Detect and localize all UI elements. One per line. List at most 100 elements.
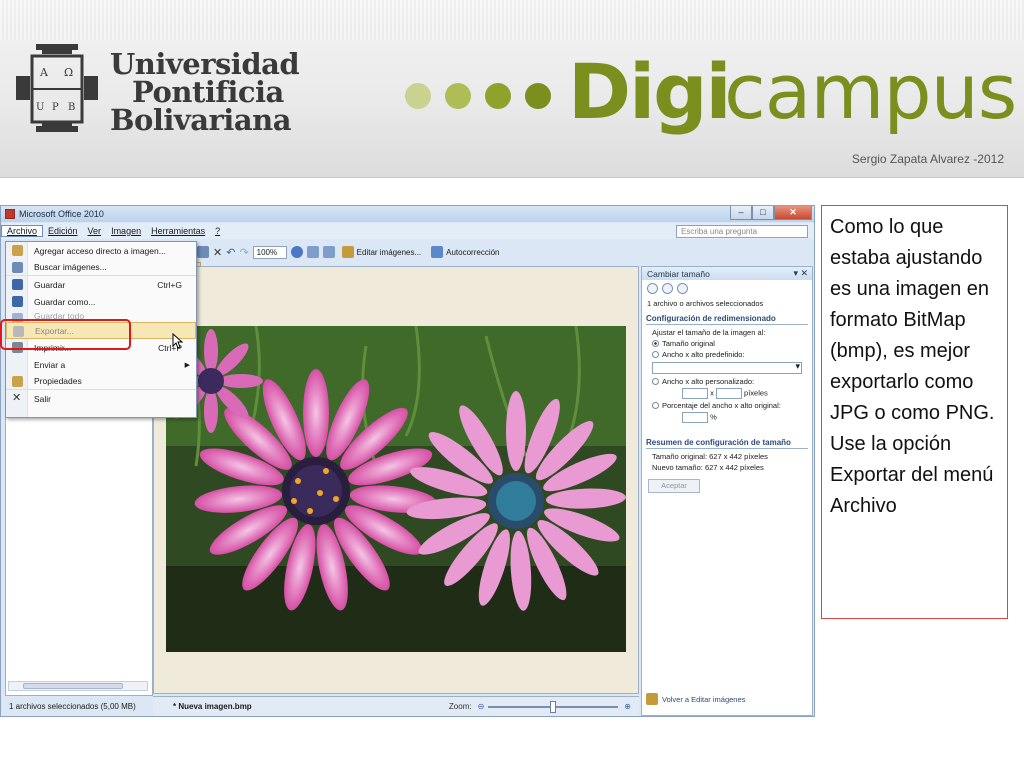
menu-item-label: Agregar acceso directo a imagen... (34, 245, 166, 256)
autocorrect-label: Autocorrección (446, 247, 500, 257)
menu-item-save[interactable]: Guardar Ctrl+G (6, 276, 196, 293)
menu-herramientas[interactable]: Herramientas (146, 226, 210, 236)
radio-original[interactable] (652, 340, 659, 347)
crest-letter-b: B (68, 102, 75, 113)
option-percent[interactable]: Porcentaje del ancho x alto original: (642, 400, 812, 411)
menu-item-label: Enviar a (34, 359, 66, 370)
radio-percent[interactable] (652, 402, 659, 409)
radio-predefined[interactable] (652, 351, 659, 358)
delete-icon[interactable]: ✕ (213, 246, 222, 259)
predefined-size-select[interactable] (652, 361, 802, 374)
option-original[interactable]: Tamaño original (642, 338, 812, 349)
crop-icon[interactable] (197, 246, 209, 258)
maximize-button[interactable]: □ (752, 206, 774, 220)
export-highlight-box (0, 319, 131, 350)
width-spinner[interactable] (682, 388, 708, 399)
menu-item-label: Salir (34, 393, 52, 404)
edit-images-button[interactable]: Editar imágenes... (339, 246, 424, 258)
autocorrect-icon (431, 246, 444, 258)
back-icon[interactable] (647, 283, 658, 294)
size-summary-heading: Resumen de configuración de tamaño (646, 438, 808, 449)
menu-archivo[interactable]: Archivo (1, 225, 44, 237)
percent-spinner[interactable] (682, 412, 708, 423)
selection-status: 1 archivos seleccionados (5,00 MB) (9, 702, 136, 711)
menu-edicion[interactable]: Edición (43, 226, 83, 236)
zoom-slider-thumb[interactable] (550, 700, 557, 713)
menu-item-send-to[interactable]: Enviar a ▶ (6, 356, 196, 373)
app-icon (5, 209, 15, 219)
minimize-button[interactable]: – (730, 206, 752, 220)
close-pane-icon[interactable]: ▾ ✕ (793, 268, 808, 279)
original-size-value: 627 x 442 píxeles (709, 452, 768, 461)
forward-icon[interactable] (662, 283, 673, 294)
submenu-arrow-icon: ▶ (184, 361, 190, 369)
edit-images-icon (341, 246, 354, 258)
zoom-select[interactable]: 100% (252, 245, 287, 259)
title-bar: Microsoft Office 2010 – □ ✕ (1, 206, 814, 222)
task-pane-header: Cambiar tamaño ▾ ✕ (642, 267, 812, 280)
crest-letter-p: P (52, 102, 59, 113)
scroll-thumb[interactable] (23, 683, 123, 689)
menu-item-find-images[interactable]: Buscar imágenes... (6, 259, 196, 276)
banner-pattern (0, 0, 1024, 40)
option-custom-label: Ancho x alto personalizado: (662, 377, 755, 386)
file-name: * Nueva imagen.bmp (173, 702, 252, 711)
task-pane-nav (642, 280, 812, 297)
percent-row: % (642, 411, 812, 424)
zoom-label: Zoom: (448, 702, 472, 711)
image-status-bar: * Nueva imagen.bmp Zoom: ⊖ ⊕ (153, 696, 639, 716)
menu-item-add-shortcut[interactable]: Agregar acceso directo a imagen... (6, 242, 196, 259)
office-window: Microsoft Office 2010 – □ ✕ Archivo Edic… (0, 205, 815, 717)
brand-dots-icon (405, 83, 551, 109)
menu-item-properties[interactable]: Propiedades (6, 373, 196, 390)
menu-ver[interactable]: Ver (83, 226, 107, 236)
undo-icon[interactable]: ↶ (226, 246, 235, 259)
rotate-right-icon[interactable] (322, 246, 335, 258)
question-search-input[interactable]: Escriba una pregunta (676, 225, 808, 238)
home-icon[interactable] (677, 283, 688, 294)
menu-shortcut: Ctrl+G (157, 279, 182, 290)
option-original-label: Tamaño original (662, 339, 715, 348)
brand-digi: Digi (568, 47, 732, 136)
crest-letter-omega: Ω (64, 66, 73, 79)
accept-button[interactable]: Aceptar (648, 479, 700, 493)
option-custom[interactable]: Ancho x alto personalizado: (642, 376, 812, 387)
custom-size-row: x píxeles (642, 387, 812, 400)
back-to-edit-link[interactable]: Volver a Editar imágenes (646, 693, 745, 705)
menu-help[interactable]: ? (210, 226, 225, 236)
height-spinner[interactable] (715, 388, 742, 399)
pixels-label: píxeles (744, 388, 768, 398)
autocorrect-button[interactable]: Autocorrección (428, 246, 502, 258)
new-size-value: 627 x 442 píxeles (704, 463, 764, 472)
option-predefined[interactable]: Ancho x alto predefinido: (642, 349, 812, 360)
zoom-out-icon[interactable]: ⊖ (478, 702, 485, 711)
redo-icon[interactable]: ↷ (239, 246, 248, 259)
instruction-callout: Como lo que estaba ajustando es una imag… (821, 205, 1008, 619)
rotate-left-icon[interactable] (306, 246, 319, 258)
mouse-cursor-icon (172, 333, 184, 349)
selected-count: 1 archivo o archivos seleccionados (647, 299, 764, 308)
close-window-button[interactable]: ✕ (774, 206, 812, 220)
menu-item-exit[interactable]: ✕ Salir (6, 390, 196, 407)
crest-letter-a: A (39, 66, 49, 79)
slide: A Ω U P B Universidad Pontificia Bolivar… (0, 0, 1024, 768)
shortcut-icon (12, 245, 23, 256)
menu-item-save-as[interactable]: Guardar como... (6, 293, 196, 310)
help-icon[interactable] (290, 246, 303, 258)
search-icon (12, 262, 23, 273)
horizontal-scrollbar[interactable] (8, 681, 148, 691)
save-as-icon (12, 296, 23, 307)
radio-custom[interactable] (652, 378, 659, 385)
properties-icon (12, 376, 23, 387)
menu-imagen[interactable]: Imagen (106, 226, 146, 236)
original-size-row: Tamaño original: 627 x 442 píxeles (642, 451, 812, 462)
adjust-label: Ajustar el tamaño de la imagen al: (652, 328, 766, 337)
author-credit: Sergio Zapata Alvarez -2012 (851, 152, 1004, 166)
window-title: Microsoft Office 2010 (19, 209, 104, 219)
percent-sign: % (710, 412, 717, 422)
brand-campus: campus (724, 47, 1017, 136)
zoom-in-icon[interactable]: ⊕ (624, 702, 631, 711)
edit-images-label: Editar imágenes... (356, 247, 422, 257)
university-line-1: Universidad (110, 47, 300, 81)
zoom-slider[interactable] (488, 700, 619, 713)
